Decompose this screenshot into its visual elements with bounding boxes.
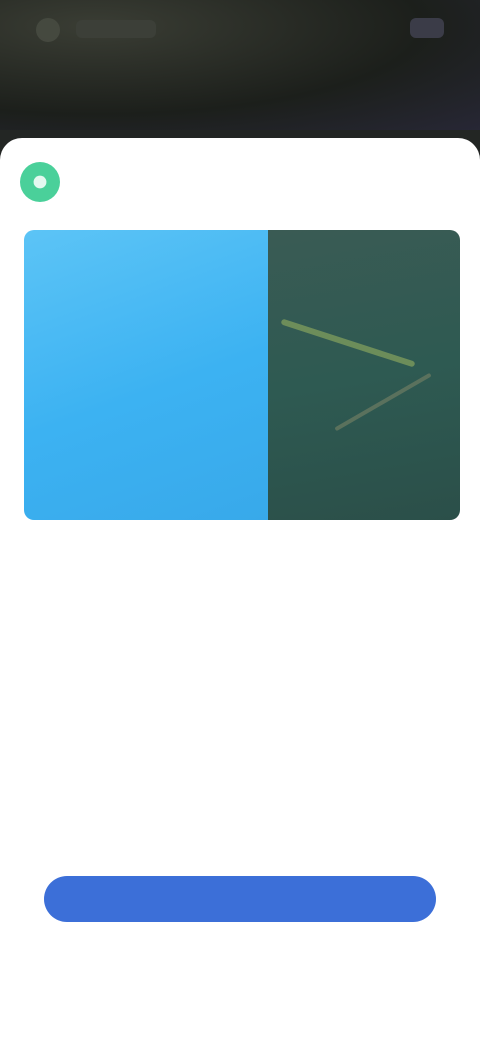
list-item xyxy=(48,617,428,646)
list-item xyxy=(48,646,428,675)
list-item xyxy=(48,588,428,617)
top-bar-title xyxy=(76,20,156,38)
map-road xyxy=(334,372,432,432)
sheet-header xyxy=(20,162,74,202)
app-glyph-icon xyxy=(33,175,47,189)
list-item xyxy=(48,762,428,791)
back-icon[interactable] xyxy=(36,18,60,42)
preview-image xyxy=(24,230,460,520)
permission-list xyxy=(48,588,428,849)
preview-image-left xyxy=(24,230,268,520)
list-item xyxy=(48,791,428,820)
top-bar xyxy=(0,0,480,130)
list-item xyxy=(48,675,428,704)
map-road xyxy=(280,318,416,368)
preview-image-right-map xyxy=(268,230,460,520)
list-item xyxy=(48,704,428,733)
primary-button[interactable] xyxy=(44,876,436,922)
bottom-sheet xyxy=(0,138,480,1040)
app-icon xyxy=(20,162,60,202)
top-bar-action[interactable] xyxy=(410,18,444,38)
list-item xyxy=(48,733,428,762)
list-item xyxy=(48,820,428,849)
